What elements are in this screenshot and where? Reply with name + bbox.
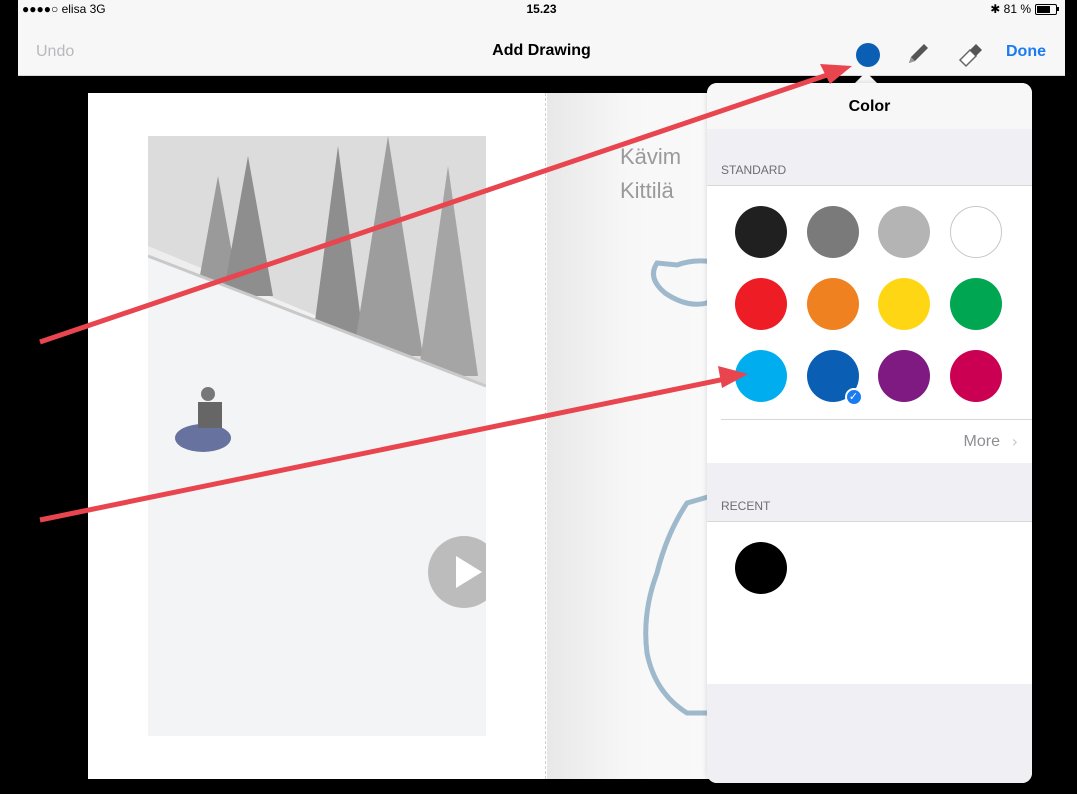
popover-header: Color <box>707 83 1032 130</box>
checkmark-icon: ✓ <box>844 388 863 406</box>
color-swatch[interactable] <box>949 206 1002 258</box>
color-swatch[interactable] <box>878 278 930 330</box>
color-picker-button[interactable] <box>856 43 880 67</box>
navigation-bar: Undo Add Drawing Done <box>18 18 1065 76</box>
popover-title: Color <box>848 98 891 115</box>
clock: 15.23 <box>526 2 557 16</box>
color-swatch[interactable] <box>949 350 1002 402</box>
color-popover: Color STANDARD ✓ More › RECENT <box>707 83 1032 783</box>
color-swatch[interactable] <box>806 278 859 330</box>
more-label: More <box>963 433 1000 450</box>
video-thumbnail[interactable] <box>148 136 486 736</box>
color-swatch[interactable] <box>735 206 787 258</box>
recent-color-swatch[interactable] <box>735 542 787 594</box>
color-swatch[interactable] <box>735 350 787 402</box>
standard-colors: ✓ More › <box>707 185 1032 465</box>
color-swatch[interactable]: ✓ <box>806 350 863 406</box>
recent-section-header: RECENT <box>707 463 1032 521</box>
recent-colors <box>707 521 1032 685</box>
page-fold <box>545 93 546 779</box>
undo-button[interactable]: Undo <box>36 43 74 61</box>
color-swatch[interactable] <box>949 278 1002 330</box>
standard-label: STANDARD <box>721 163 787 177</box>
eraser-icon[interactable] <box>956 40 986 70</box>
status-bar: ●●●●○ elisa 3G 15.23 ✱ 81 % <box>18 0 1065 18</box>
color-swatch[interactable] <box>735 278 787 330</box>
battery-status: ✱ 81 % <box>990 2 1059 16</box>
done-button[interactable]: Done <box>1006 43 1046 61</box>
chevron-right-icon: › <box>1011 432 1018 451</box>
snow-scene <box>148 136 486 736</box>
popover-footer <box>707 684 1032 783</box>
recent-label: RECENT <box>721 499 771 513</box>
color-swatch[interactable] <box>806 206 859 258</box>
color-swatch[interactable] <box>878 350 930 402</box>
pencil-icon[interactable] <box>904 40 932 68</box>
battery-icon <box>1035 3 1059 15</box>
standard-section-header: STANDARD <box>707 129 1032 185</box>
battery-text: ✱ 81 % <box>990 2 1031 16</box>
ipad-screen: ●●●●○ elisa 3G 15.23 ✱ 81 % Undo Add Dra… <box>0 0 1077 794</box>
color-swatch[interactable] <box>878 206 930 258</box>
more-colors-button[interactable]: More › <box>707 420 1032 464</box>
